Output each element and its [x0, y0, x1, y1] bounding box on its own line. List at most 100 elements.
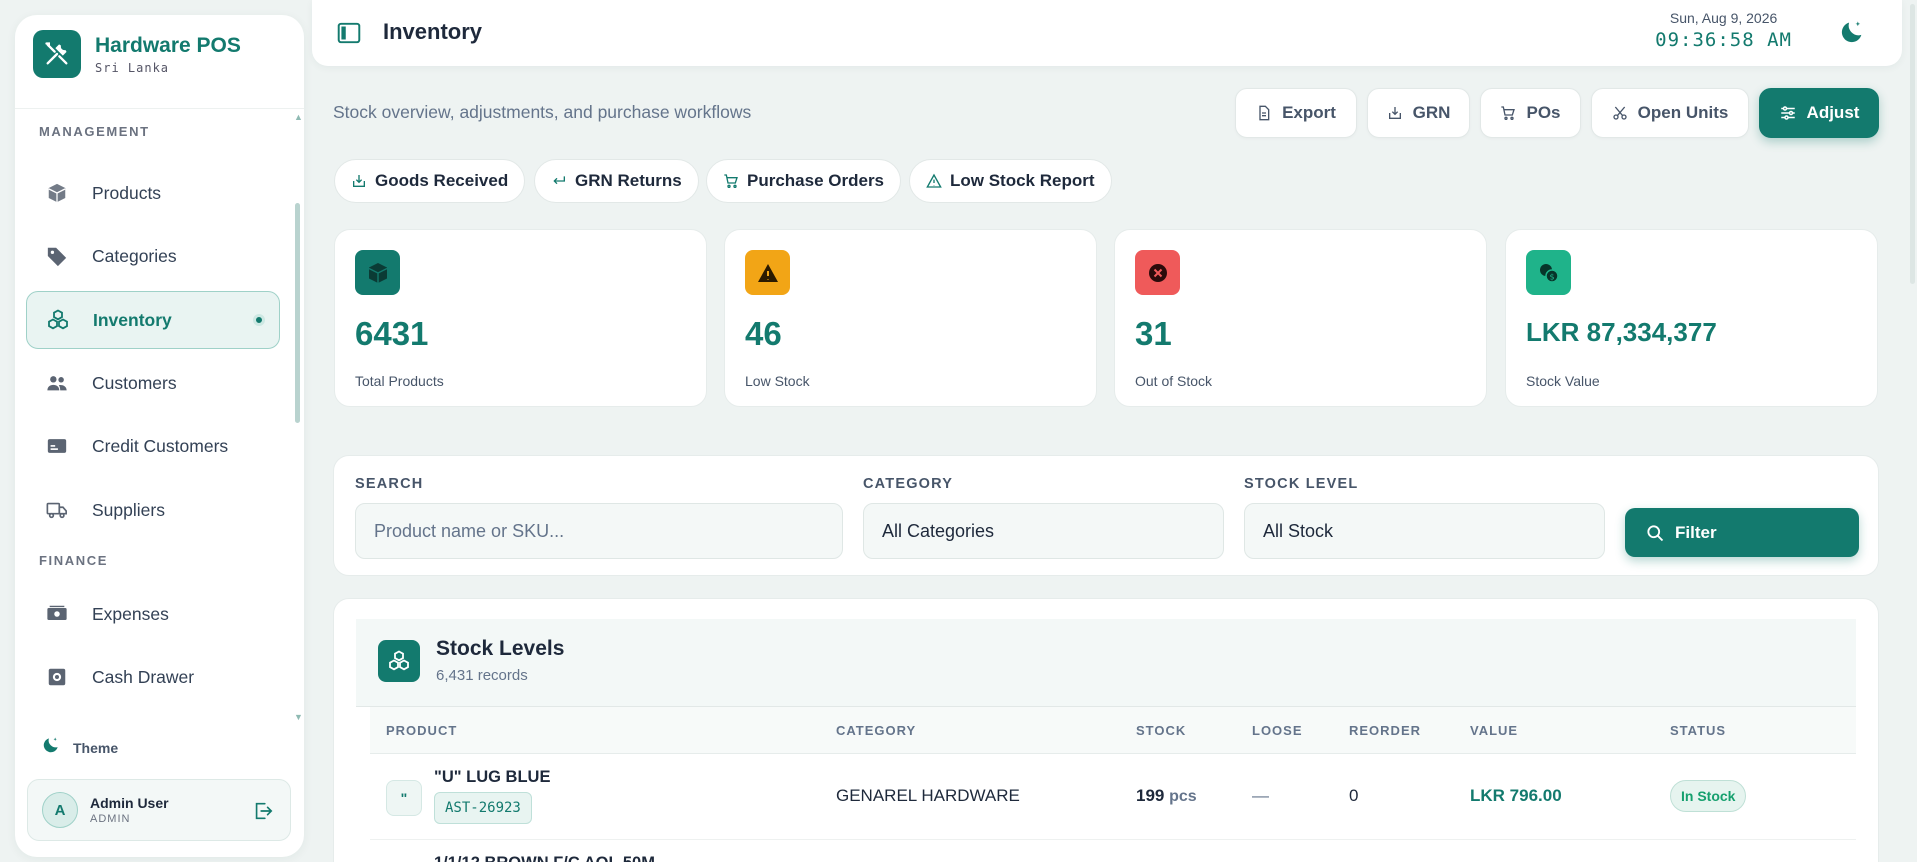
- sidebar-item-label: Cash Drawer: [92, 666, 195, 687]
- sliders-icon: [1779, 104, 1797, 122]
- goods-received-label: Goods Received: [375, 171, 509, 190]
- divider: [15, 108, 304, 109]
- avatar: A: [42, 792, 78, 828]
- grn-returns-label: GRN Returns: [575, 171, 682, 190]
- product-name: "U" LUG BLUE: [434, 768, 551, 786]
- sidebar-item-cash-drawer[interactable]: Cash Drawer: [26, 648, 280, 706]
- stat-value: 6431: [355, 315, 429, 352]
- column-header-stock[interactable]: STOCK: [1136, 723, 1186, 738]
- dark-mode-toggle-icon[interactable]: [1838, 18, 1868, 48]
- purchase-orders-link[interactable]: Purchase Orders: [706, 159, 902, 203]
- box-icon: [355, 250, 400, 295]
- user-card[interactable]: A Admin User ADMIN: [27, 779, 291, 841]
- scrollbar-thumb[interactable]: [295, 203, 300, 423]
- filter-button[interactable]: Filter: [1625, 508, 1859, 557]
- page-subtitle: Stock overview, adjustments, and purchas…: [333, 102, 752, 122]
- table-row[interactable]: " "U" LUG BLUE AST-26923 GENAREL HARDWAR…: [370, 754, 1856, 840]
- inbox-icon: [1387, 105, 1403, 121]
- warning-icon: [745, 250, 790, 295]
- low-stock-report-link[interactable]: Low Stock Report: [909, 159, 1112, 203]
- table-row[interactable]: 1/1/12 BROWN F/C AQL 50M: [370, 840, 1856, 862]
- sidebar-scrollbar[interactable]: ▲ ▼: [294, 113, 303, 723]
- filter-bar: SEARCH CATEGORY All Categories STOCK LEV…: [333, 455, 1879, 576]
- stat-card-total-products: 6431 Total Products: [334, 229, 707, 407]
- sidebar-item-label: Categories: [92, 245, 177, 266]
- sidebar-item-inventory[interactable]: Inventory: [26, 291, 280, 349]
- brand-title: Hardware POS: [95, 34, 241, 57]
- page-scrollbar-thumb[interactable]: [1910, 4, 1915, 284]
- warning-icon: [926, 173, 942, 189]
- logout-icon[interactable]: [252, 800, 274, 822]
- return-icon: [551, 173, 567, 189]
- sidebar-item-label: Products: [92, 182, 162, 203]
- pos-button[interactable]: POs: [1480, 88, 1581, 138]
- section-label-finance: FINANCE: [39, 553, 108, 568]
- stat-card-out-of-stock: 31 Out of Stock: [1114, 229, 1487, 407]
- column-header-status[interactable]: STATUS: [1670, 723, 1726, 738]
- user-role: ADMIN: [90, 813, 131, 825]
- box-icon: [44, 180, 70, 206]
- sidebar-item-credit-customers[interactable]: Credit Customers: [26, 417, 280, 475]
- search-input[interactable]: [355, 503, 843, 559]
- stat-label: Total Products: [355, 373, 444, 389]
- svg-text:$: $: [1549, 272, 1554, 281]
- sidebar-toggle-icon[interactable]: [336, 20, 362, 46]
- sidebar-item-suppliers[interactable]: Suppliers: [26, 481, 280, 539]
- sidebar-item-label: Suppliers: [92, 499, 165, 520]
- stat-card-stock-value: $ LKR 87,334,377 Stock Value: [1505, 229, 1878, 407]
- record-count: 6,431 records: [436, 667, 528, 684]
- sidebar-item-categories[interactable]: Categories: [26, 227, 280, 285]
- column-header-product[interactable]: PRODUCT: [386, 723, 457, 738]
- search-icon: [1645, 523, 1665, 543]
- open-units-button[interactable]: Open Units: [1591, 88, 1749, 138]
- stat-value: 46: [745, 315, 782, 352]
- adjust-button[interactable]: Adjust: [1759, 88, 1879, 138]
- stack-icon: [378, 640, 420, 682]
- theme-label: Theme: [73, 739, 119, 756]
- brand[interactable]: Hardware POS Sri Lanka: [33, 30, 241, 78]
- stock-levels-table: Stock Levels 6,431 records PRODUCT CATEG…: [333, 598, 1879, 862]
- credit-card-icon: [44, 433, 70, 459]
- grn-label: GRN: [1412, 103, 1451, 122]
- x-circle-icon: [1135, 250, 1180, 295]
- grn-button[interactable]: GRN: [1367, 88, 1470, 138]
- product-value: LKR 796.00: [1470, 786, 1562, 805]
- section-label-management: MANAGEMENT: [39, 124, 150, 139]
- stack-icon: [45, 307, 71, 333]
- scroll-down-arrow-icon[interactable]: ▼: [294, 713, 303, 722]
- page-title: Inventory: [383, 19, 483, 44]
- status-badge: In Stock: [1670, 780, 1747, 812]
- product-category: GENAREL HARDWARE: [836, 786, 1020, 805]
- category-select[interactable]: All Categories: [863, 503, 1224, 559]
- export-button[interactable]: Export: [1235, 88, 1357, 138]
- product-loose: —: [1252, 786, 1269, 805]
- product-reorder: 0: [1349, 786, 1359, 805]
- goods-received-link[interactable]: Goods Received: [334, 159, 526, 203]
- tag-icon: [44, 243, 70, 269]
- product-name: 1/1/12 BROWN F/C AQL 50M: [434, 854, 655, 862]
- category-label: CATEGORY: [863, 476, 954, 492]
- sidebar-item-expenses[interactable]: Expenses: [26, 585, 280, 643]
- cart-icon: [1500, 105, 1516, 121]
- grn-returns-link[interactable]: GRN Returns: [534, 159, 699, 203]
- column-headers: PRODUCT CATEGORY STOCK LOOSE REORDER VAL…: [370, 707, 1856, 754]
- column-header-value[interactable]: VALUE: [1470, 723, 1518, 738]
- top-header: Inventory Sun, Aug 9, 2026 09:36:58 AM: [312, 0, 1902, 66]
- date-text: Sun, Aug 9, 2026: [1669, 10, 1778, 26]
- page-scrollbar[interactable]: [1907, 0, 1917, 290]
- stat-value: LKR 87,334,377: [1526, 317, 1717, 347]
- sidebar-item-customers[interactable]: Customers: [26, 354, 280, 412]
- stock-level-select[interactable]: All Stock: [1244, 503, 1605, 559]
- stat-label: Low Stock: [745, 373, 810, 389]
- brand-subtitle: Sri Lanka: [95, 61, 170, 75]
- safe-icon: [44, 664, 70, 690]
- sidebar-item-products[interactable]: Products: [26, 164, 280, 222]
- column-header-category[interactable]: CATEGORY: [836, 723, 916, 738]
- column-header-loose[interactable]: LOOSE: [1252, 723, 1303, 738]
- stock-quantity: 199: [1136, 786, 1165, 805]
- product-sku: AST-26923: [434, 792, 532, 824]
- column-header-reorder[interactable]: REORDER: [1349, 723, 1421, 738]
- scroll-up-arrow-icon[interactable]: ▲: [294, 113, 303, 122]
- theme-toggle-row[interactable]: Theme: [41, 735, 118, 760]
- low-stock-report-label: Low Stock Report: [950, 171, 1095, 190]
